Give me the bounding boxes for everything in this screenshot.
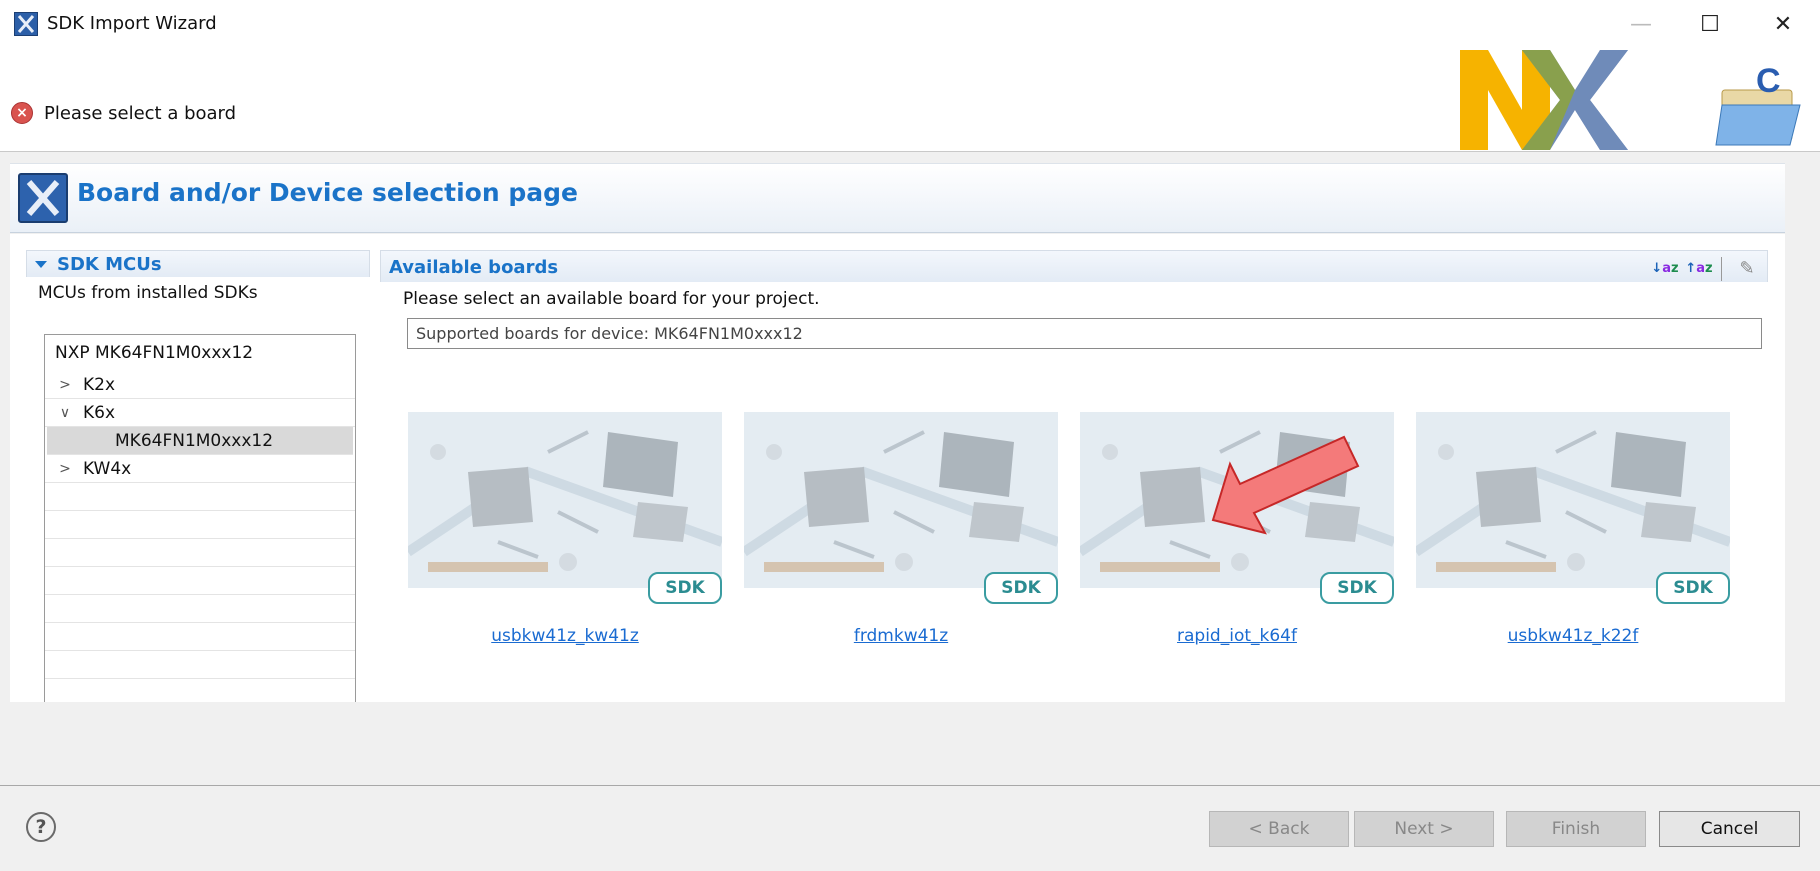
- board-card-usbkw41z-k22f[interactable]: SDK usbkw41z_k22f: [1416, 412, 1730, 646]
- tree-item-label: KW4x: [83, 458, 132, 479]
- cancel-button[interactable]: Cancel: [1659, 811, 1800, 847]
- close-button[interactable]: ✕: [1750, 4, 1816, 44]
- tree-item-kw4x[interactable]: > KW4x: [45, 455, 355, 483]
- window-title: SDK Import Wizard: [47, 13, 217, 34]
- board-card-usbkw41z-kw41z[interactable]: SDK usbkw41z_kw41z: [408, 412, 722, 646]
- boards-instruction: Please select an available board for you…: [403, 289, 820, 309]
- tree-item-label: MK64FN1M0xxx12: [115, 430, 274, 451]
- chevron-right-icon[interactable]: >: [58, 461, 72, 477]
- sdk-badge: SDK: [648, 572, 722, 604]
- tree-empty-row: [45, 511, 355, 539]
- board-filter-input[interactable]: [407, 318, 1762, 349]
- tree-item-label: K2x: [83, 374, 116, 395]
- chevron-down-icon[interactable]: ∨: [58, 405, 72, 421]
- tree-empty-row: [45, 539, 355, 567]
- available-boards-panel: Available boards ↓az ↑az ✎ Please select…: [380, 250, 1768, 702]
- sdk-badge: SDK: [1320, 572, 1394, 604]
- tree-empty-row: [45, 623, 355, 651]
- board-link[interactable]: frdmkw41z: [744, 626, 1058, 646]
- chevron-right-icon[interactable]: >: [58, 377, 72, 393]
- error-icon: ×: [11, 102, 33, 124]
- nxp-logo: C: [1460, 50, 1801, 150]
- board-link[interactable]: rapid_iot_k64f: [1080, 626, 1394, 646]
- maximize-button[interactable]: ☐: [1677, 4, 1743, 44]
- svg-text:C: C: [1756, 62, 1781, 100]
- banner-message: Please select a board: [44, 103, 237, 124]
- toolbar-separator: [1721, 257, 1722, 281]
- page-header: Board and/or Device selection page: [10, 163, 1785, 233]
- minimize-button[interactable]: —: [1608, 4, 1674, 44]
- page-title: Board and/or Device selection page: [77, 178, 578, 207]
- next-button[interactable]: Next >: [1354, 811, 1494, 847]
- board-link[interactable]: usbkw41z_k22f: [1416, 626, 1730, 646]
- sdk-badge: SDK: [984, 572, 1058, 604]
- clear-filter-icon[interactable]: ✎: [1733, 255, 1761, 283]
- app-icon: [14, 12, 38, 36]
- content-area: SDK MCUs MCUs from installed SDKs NXP MK…: [10, 234, 1785, 702]
- tree-item-k2x[interactable]: > K2x: [45, 371, 355, 399]
- mcus-subtitle: MCUs from installed SDKs: [38, 283, 258, 303]
- finish-button[interactable]: Finish: [1506, 811, 1646, 847]
- mcu-tree[interactable]: NXP MK64FN1M0xxx12 > K2x ∨ K6x MK64FN1M0…: [44, 334, 356, 702]
- wizard-icon: [18, 173, 68, 223]
- board-image[interactable]: [744, 412, 1058, 588]
- sort-ascending-icon[interactable]: ↓az: [1651, 255, 1679, 283]
- sort-descending-icon[interactable]: ↑az: [1685, 255, 1713, 283]
- collapse-triangle-icon[interactable]: [35, 260, 47, 268]
- tree-empty-row: [45, 651, 355, 679]
- board-image[interactable]: [1416, 412, 1730, 588]
- board-card-frdmkw41z[interactable]: SDK frdmkw41z: [744, 412, 1058, 646]
- title-bar: SDK Import Wizard — ☐ ✕: [0, 0, 1820, 48]
- sdk-mcus-panel: SDK MCUs MCUs from installed SDKs NXP MK…: [26, 250, 370, 702]
- sdk-mcus-header[interactable]: SDK MCUs: [26, 250, 370, 277]
- tree-empty-row: [45, 483, 355, 511]
- folder-icon: C: [1715, 62, 1801, 146]
- available-boards-header: Available boards ↓az ↑az ✎: [380, 250, 1768, 282]
- tree-empty-row: [45, 595, 355, 623]
- board-link[interactable]: usbkw41z_kw41z: [408, 626, 722, 646]
- message-banner: × Please select a board C: [0, 48, 1820, 152]
- available-boards-title: Available boards: [389, 257, 559, 278]
- tree-item-k6x[interactable]: ∨ K6x: [45, 399, 355, 427]
- back-button[interactable]: < Back: [1209, 811, 1349, 847]
- sdk-badge: SDK: [1656, 572, 1730, 604]
- tree-empty-row: [45, 567, 355, 595]
- footer-divider: [0, 785, 1820, 786]
- tree-empty-row: [45, 679, 355, 702]
- tree-root[interactable]: NXP MK64FN1M0xxx12: [45, 335, 355, 371]
- tree-item-label: K6x: [83, 402, 116, 423]
- sdk-mcus-title: SDK MCUs: [57, 253, 162, 275]
- tree-item-mk64fn1m0xxx12[interactable]: MK64FN1M0xxx12: [47, 427, 353, 455]
- help-icon[interactable]: ?: [26, 812, 56, 842]
- board-card-rapid-iot-k64f[interactable]: SDK rapid_iot_k64f: [1080, 412, 1394, 646]
- board-image[interactable]: [408, 412, 722, 588]
- board-image[interactable]: [1080, 412, 1394, 588]
